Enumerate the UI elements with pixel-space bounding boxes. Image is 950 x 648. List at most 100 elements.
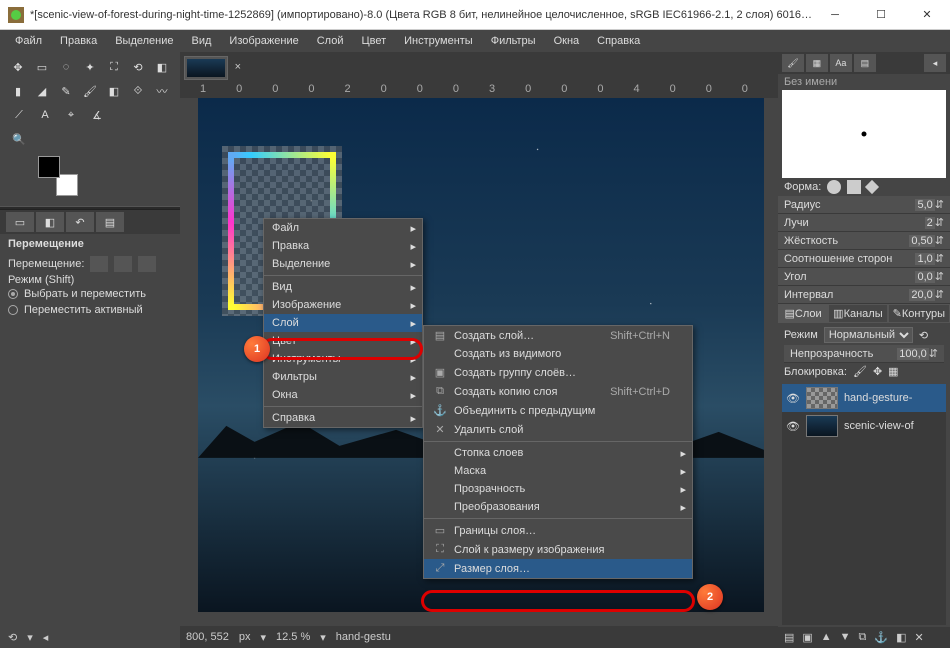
cm-image[interactable]: Изображение▸ bbox=[264, 296, 422, 314]
zoom-tool[interactable]: 🔍 bbox=[8, 128, 30, 150]
raise-layer-icon[interactable]: ▲ bbox=[821, 631, 832, 644]
cm-scale-layer[interactable]: ⤢Размер слоя… bbox=[424, 559, 692, 578]
close-button[interactable]: ✕ bbox=[904, 0, 950, 30]
menu-select[interactable]: Выделение bbox=[106, 33, 182, 49]
color-swatches[interactable] bbox=[38, 156, 78, 196]
cm-transform[interactable]: Преобразования▸ bbox=[424, 498, 692, 516]
mask-layer-icon[interactable]: ◧ bbox=[896, 631, 906, 644]
cm-layer[interactable]: Слой▸ bbox=[264, 314, 422, 332]
foreground-color[interactable] bbox=[38, 156, 60, 178]
reset-options-icon[interactable]: ⟲ bbox=[8, 631, 17, 644]
prop-radius[interactable]: Радиус5,0⇵ bbox=[778, 196, 950, 214]
menu-windows[interactable]: Окна bbox=[545, 33, 589, 49]
cm-new-layer[interactable]: ▤Создать слой…Shift+Ctrl+N bbox=[424, 326, 692, 345]
opacity-slider[interactable]: Непрозрачность100,0⇵ bbox=[784, 345, 944, 363]
menu-file[interactable]: Файл bbox=[6, 33, 51, 49]
cm-tools[interactable]: Инструменты▸ bbox=[264, 350, 422, 368]
maximize-button[interactable]: ☐ bbox=[858, 0, 904, 30]
new-group-icon[interactable]: ▣ bbox=[802, 631, 812, 644]
move-tool[interactable]: ✥ bbox=[8, 56, 28, 78]
move-layer-toggle[interactable] bbox=[90, 256, 108, 272]
status-unit[interactable]: px bbox=[239, 631, 251, 643]
menu-color[interactable]: Цвет bbox=[352, 33, 395, 49]
tab-paths[interactable]: ✎Контуры bbox=[888, 304, 950, 323]
measure-tool[interactable]: ∡ bbox=[86, 104, 108, 126]
menu-edit[interactable]: Правка bbox=[51, 33, 106, 49]
cm-view[interactable]: Вид▸ bbox=[264, 278, 422, 296]
brush-tool[interactable]: 🖌 bbox=[80, 80, 100, 102]
layer-thumbnail[interactable] bbox=[806, 415, 838, 437]
rect-select-tool[interactable]: ▭ bbox=[32, 56, 52, 78]
clone-tool[interactable]: ⟐ bbox=[128, 80, 148, 102]
prop-spikes[interactable]: Лучи2⇵ bbox=[778, 214, 950, 232]
cm-mask[interactable]: Маска▸ bbox=[424, 462, 692, 480]
picker-tool[interactable]: ⌖ bbox=[60, 104, 82, 126]
images-tab[interactable]: ▤ bbox=[96, 212, 124, 232]
layer-thumbnail[interactable] bbox=[806, 387, 838, 409]
cm-from-visible[interactable]: Создать из видимого bbox=[424, 345, 692, 363]
mode-option-1[interactable]: Выбрать и переместить bbox=[8, 286, 172, 302]
cm-transparency[interactable]: Прозрачность▸ bbox=[424, 480, 692, 498]
cm-filters[interactable]: Фильтры▸ bbox=[264, 368, 422, 386]
shape-square[interactable] bbox=[847, 180, 861, 194]
cm-new-group[interactable]: ▣Создать группу слоёв… bbox=[424, 363, 692, 382]
cm-help[interactable]: Справка▸ bbox=[264, 409, 422, 427]
fonts-tab[interactable]: Aa bbox=[830, 54, 852, 72]
save-options-icon[interactable]: ▾ bbox=[27, 631, 33, 644]
cm-merge-down[interactable]: ⚓Объединить с предыдущим bbox=[424, 401, 692, 420]
close-tab-icon[interactable]: × bbox=[235, 61, 241, 73]
shape-diamond[interactable] bbox=[865, 180, 879, 194]
minimize-button[interactable]: ─ bbox=[812, 0, 858, 30]
path-tool[interactable]: ⟋ bbox=[8, 104, 30, 126]
new-layer-icon[interactable]: ▤ bbox=[784, 631, 794, 644]
smudge-tool[interactable]: 〰 bbox=[152, 80, 172, 102]
bucket-tool[interactable]: ▮ bbox=[8, 80, 28, 102]
move-selection-toggle[interactable] bbox=[114, 256, 132, 272]
cm-layer-to-image-size[interactable]: ⛶Слой к размеру изображения bbox=[424, 540, 692, 559]
dock-menu-icon[interactable]: ◂ bbox=[924, 54, 946, 72]
prop-hardness[interactable]: Жёсткость0,50⇵ bbox=[778, 232, 950, 250]
menu-filters[interactable]: Фильтры bbox=[482, 33, 545, 49]
tool-options-tab[interactable]: ▭ bbox=[6, 212, 34, 232]
brushes-tab[interactable]: 🖌 bbox=[782, 54, 804, 72]
menu-view[interactable]: Вид bbox=[183, 33, 221, 49]
merge-layer-icon[interactable]: ⚓ bbox=[874, 631, 888, 644]
prop-angle[interactable]: Угол0,0⇵ bbox=[778, 268, 950, 286]
cm-layer-boundary[interactable]: ▭Границы слоя… bbox=[424, 521, 692, 540]
free-select-tool[interactable]: ◌ bbox=[56, 56, 76, 78]
gradient-tool[interactable]: ◢ bbox=[32, 80, 52, 102]
cm-file[interactable]: Файл▸ bbox=[264, 219, 422, 237]
brush-preview[interactable] bbox=[782, 90, 946, 178]
visibility-icon[interactable]: 👁 bbox=[786, 420, 800, 433]
blend-mode-select[interactable]: Нормальный bbox=[824, 327, 913, 343]
lower-layer-icon[interactable]: ▼ bbox=[840, 631, 851, 644]
lock-pixels-icon[interactable]: 🖌 bbox=[853, 365, 867, 378]
fuzzy-select-tool[interactable]: ✦ bbox=[80, 56, 100, 78]
history-tab[interactable]: ▤ bbox=[854, 54, 876, 72]
lock-position-icon[interactable]: ✥ bbox=[873, 365, 882, 378]
duplicate-layer-icon[interactable]: ⧉ bbox=[859, 631, 867, 644]
cm-edit[interactable]: Правка▸ bbox=[264, 237, 422, 255]
crop-tool[interactable]: ⛶ bbox=[104, 56, 124, 78]
cm-stack[interactable]: Стопка слоев▸ bbox=[424, 444, 692, 462]
layer-row[interactable]: 👁 hand-gesture- bbox=[782, 384, 946, 412]
prop-aspect[interactable]: Соотношение сторон1,0⇵ bbox=[778, 250, 950, 268]
status-zoom[interactable]: 12.5 % bbox=[276, 631, 310, 643]
pencil-tool[interactable]: ✎ bbox=[56, 80, 76, 102]
mode-option-2[interactable]: Переместить активный bbox=[8, 302, 172, 318]
layer-name[interactable]: hand-gesture- bbox=[844, 392, 913, 404]
visibility-icon[interactable]: 👁 bbox=[786, 392, 800, 405]
layer-row[interactable]: 👁 scenic-view-of bbox=[782, 412, 946, 440]
text-tool[interactable]: A bbox=[34, 104, 56, 126]
tab-channels[interactable]: ▥Каналы bbox=[828, 304, 887, 323]
prop-spacing[interactable]: Интервал20,0⇵ bbox=[778, 286, 950, 304]
delete-layer-icon[interactable]: ✕ bbox=[915, 631, 924, 644]
menu-image[interactable]: Изображение bbox=[220, 33, 307, 49]
image-tab[interactable]: × bbox=[184, 56, 228, 80]
transform-tool[interactable]: ⟲ bbox=[128, 56, 148, 78]
menu-help[interactable]: Справка bbox=[588, 33, 649, 49]
cm-windows[interactable]: Окна▸ bbox=[264, 386, 422, 404]
menu-tools[interactable]: Инструменты bbox=[395, 33, 482, 49]
cm-color[interactable]: Цвет▸ bbox=[264, 332, 422, 350]
move-path-toggle[interactable] bbox=[138, 256, 156, 272]
